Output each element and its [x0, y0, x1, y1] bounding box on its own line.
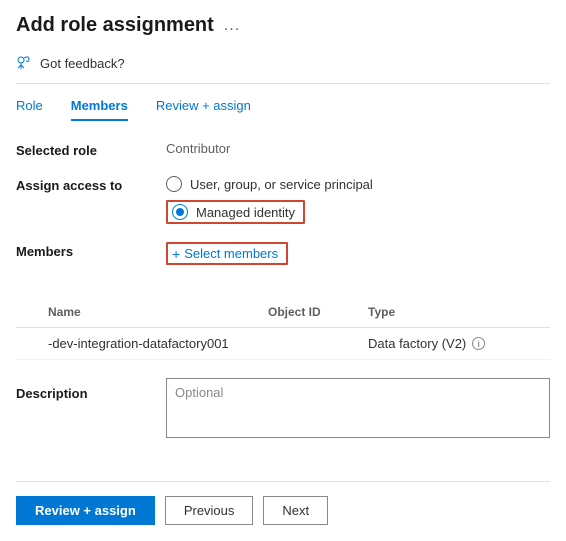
- next-button[interactable]: Next: [263, 496, 328, 525]
- feedback-link[interactable]: Got feedback?: [16, 55, 550, 83]
- radio-label: Managed identity: [196, 205, 295, 220]
- label-members: Members: [16, 242, 166, 259]
- cell-type: Data factory (V2): [368, 336, 466, 351]
- col-name: Name: [48, 305, 268, 319]
- highlight-managed-identity: Managed identity: [166, 200, 305, 224]
- footer: Review + assign Previous Next: [16, 481, 550, 525]
- label-description: Description: [16, 378, 166, 401]
- feedback-icon: [16, 55, 32, 71]
- radio-label: User, group, or service principal: [190, 177, 373, 192]
- select-members-label: Select members: [184, 246, 278, 261]
- label-selected-role: Selected role: [16, 141, 166, 158]
- highlight-select-members: + Select members: [166, 242, 288, 265]
- review-assign-button[interactable]: Review + assign: [16, 496, 155, 525]
- radio-option-managed-identity[interactable]: Managed identity: [172, 204, 295, 220]
- table-row[interactable]: -dev-integration-datafactory001 Data fac…: [16, 328, 550, 360]
- cell-name: -dev-integration-datafactory001: [48, 336, 268, 351]
- info-icon[interactable]: i: [472, 337, 485, 350]
- previous-button[interactable]: Previous: [165, 496, 254, 525]
- divider: [16, 83, 550, 84]
- col-type: Type: [368, 305, 546, 319]
- col-object-id: Object ID: [268, 305, 368, 319]
- page-title: Add role assignment: [16, 14, 214, 37]
- radio-option-user-group[interactable]: User, group, or service principal: [166, 176, 550, 192]
- description-input[interactable]: [166, 378, 550, 438]
- more-icon[interactable]: ...: [224, 18, 240, 34]
- value-selected-role: Contributor: [166, 141, 550, 156]
- plus-icon: +: [172, 247, 180, 261]
- tab-role[interactable]: Role: [16, 98, 43, 121]
- label-assign-access: Assign access to: [16, 176, 166, 193]
- radio-icon-checked: [172, 204, 188, 220]
- tab-review[interactable]: Review + assign: [156, 98, 251, 121]
- feedback-label: Got feedback?: [40, 56, 125, 71]
- tabs: Role Members Review + assign: [16, 98, 550, 121]
- members-table: Name Object ID Type -dev-integration-dat…: [16, 297, 550, 360]
- select-members-link[interactable]: + Select members: [172, 246, 278, 261]
- tab-members[interactable]: Members: [71, 98, 128, 121]
- radio-icon: [166, 176, 182, 192]
